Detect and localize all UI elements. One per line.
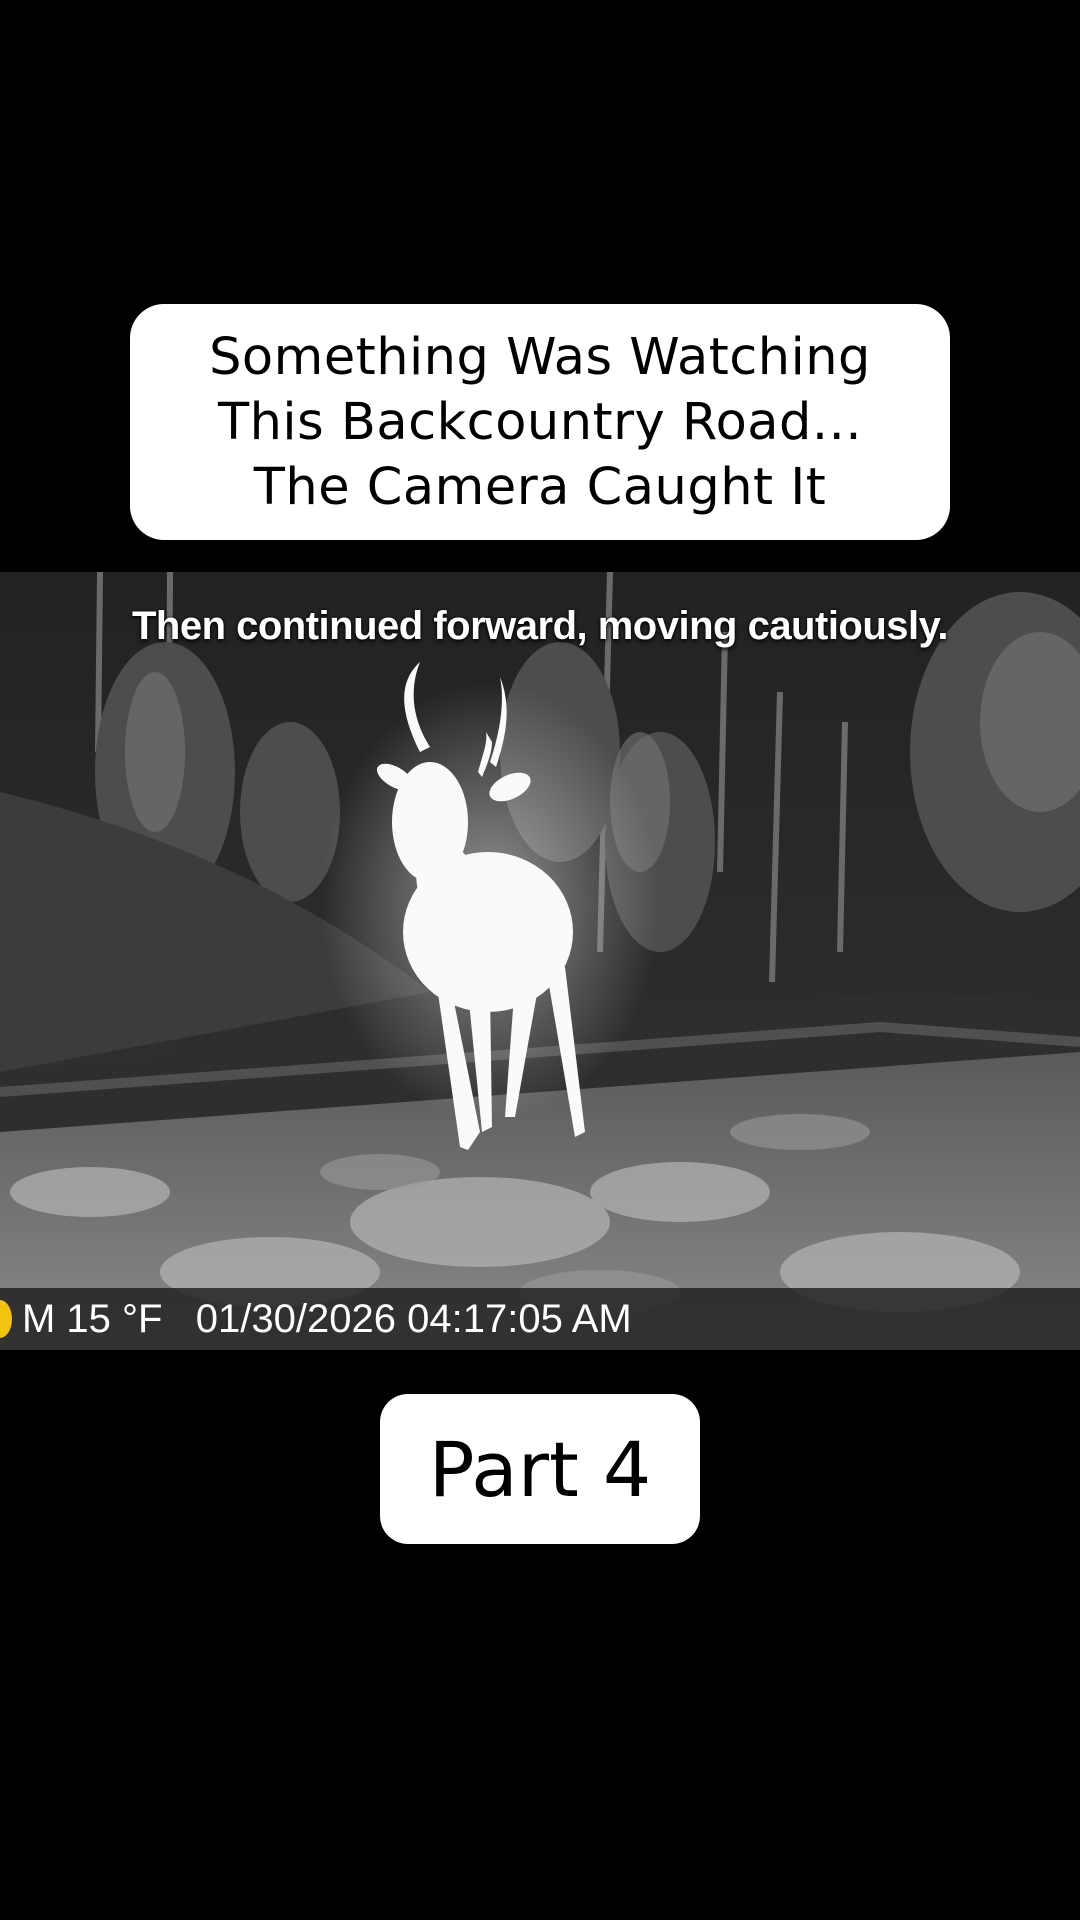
part-label: Part 4 xyxy=(428,1424,652,1514)
infobar-readout: M 15 °F 01/30/2026 04:17:05 AM xyxy=(22,1296,632,1341)
video-frame[interactable]: Then continued forward, moving cautiousl… xyxy=(0,572,1080,1350)
title-card: Something Was Watching This Backcountry … xyxy=(130,304,950,540)
part-card: Part 4 xyxy=(380,1394,700,1544)
title-line-1: Something Was Watching xyxy=(209,327,871,387)
moon-phase-icon xyxy=(0,1300,12,1338)
title-line-2: This Backcountry Road... xyxy=(217,392,863,452)
video-caption: Then continued forward, moving cautiousl… xyxy=(131,604,949,648)
title-line-3: The Camera Caught It xyxy=(253,457,827,517)
night-scene-image xyxy=(0,572,1080,1350)
trail-camera-infobar: M 15 °F 01/30/2026 04:17:05 AM xyxy=(0,1288,1080,1350)
